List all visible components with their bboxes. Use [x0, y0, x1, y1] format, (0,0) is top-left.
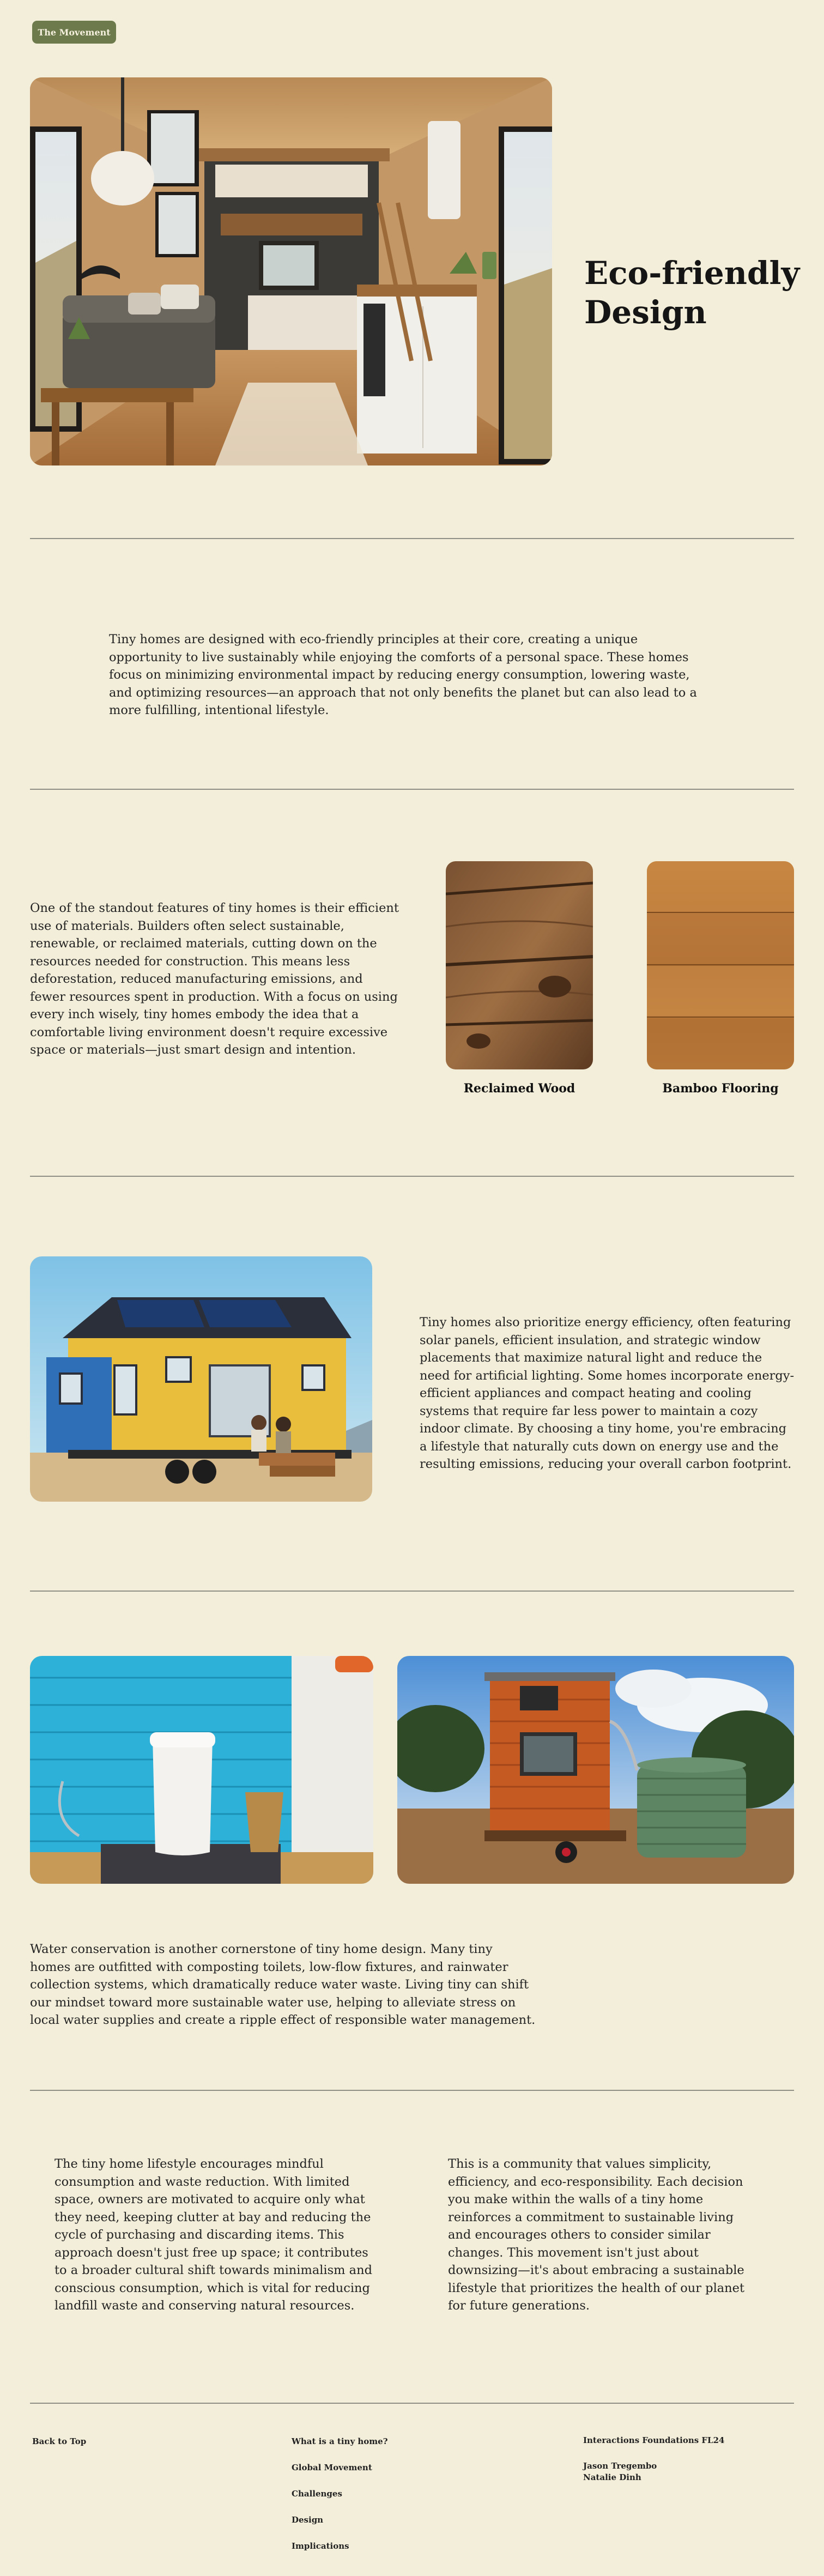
composting-toilet-photo — [30, 1656, 373, 1884]
solar-tiny-home-photo — [30, 1256, 372, 1502]
footer-nav-global-movement[interactable]: Global Movement — [292, 2463, 372, 2472]
footer-nav-implications[interactable]: Implications — [292, 2541, 349, 2551]
energy-paragraph: Tiny homes also prioritize energy effici… — [420, 1315, 795, 1471]
reclaimed-wood-photo — [446, 861, 593, 1069]
course-name: Interactions Foundations FL24 — [583, 2435, 725, 2445]
bamboo-flooring-photo — [647, 861, 794, 1069]
bamboo-flooring-caption: Bamboo Flooring — [662, 1081, 779, 1096]
footer-nav-what-is[interactable]: What is a tiny home? — [292, 2436, 388, 2446]
lifestyle-paragraph-left: The tiny home lifestyle encourages mindf… — [54, 2157, 372, 2313]
page-title-line1: Eco-friendly — [584, 255, 800, 292]
footer-nav-design[interactable]: Design — [292, 2515, 323, 2525]
section-divider — [30, 538, 794, 539]
section-divider — [30, 1176, 794, 1177]
water-paragraph: Water conservation is another cornerston… — [30, 1942, 536, 2027]
back-to-top-link[interactable]: Back to Top — [32, 2436, 86, 2446]
reclaimed-wood-caption: Reclaimed Wood — [463, 1081, 575, 1096]
author-name: Jason Tregembo — [583, 2461, 657, 2471]
footer-divider — [30, 2403, 794, 2404]
section-divider — [30, 1591, 794, 1592]
footer-nav-challenges[interactable]: Challenges — [292, 2489, 342, 2499]
intro-paragraph: Tiny homes are designed with eco-friendl… — [109, 632, 697, 717]
section-divider — [30, 789, 794, 790]
page-title: Eco-friendly Design — [584, 253, 813, 332]
lifestyle-paragraph-right: This is a community that values simplici… — [448, 2157, 745, 2313]
materials-paragraph: One of the standout features of tiny hom… — [30, 901, 399, 1057]
the-movement-badge[interactable]: The Movement — [32, 21, 116, 44]
section-divider — [30, 2090, 794, 2091]
page-title-line2: Design — [584, 294, 707, 331]
rainwater-tank-home-photo — [397, 1656, 794, 1884]
hero-interior-photo — [30, 77, 552, 465]
author-name: Natalie Dinh — [583, 2472, 641, 2482]
